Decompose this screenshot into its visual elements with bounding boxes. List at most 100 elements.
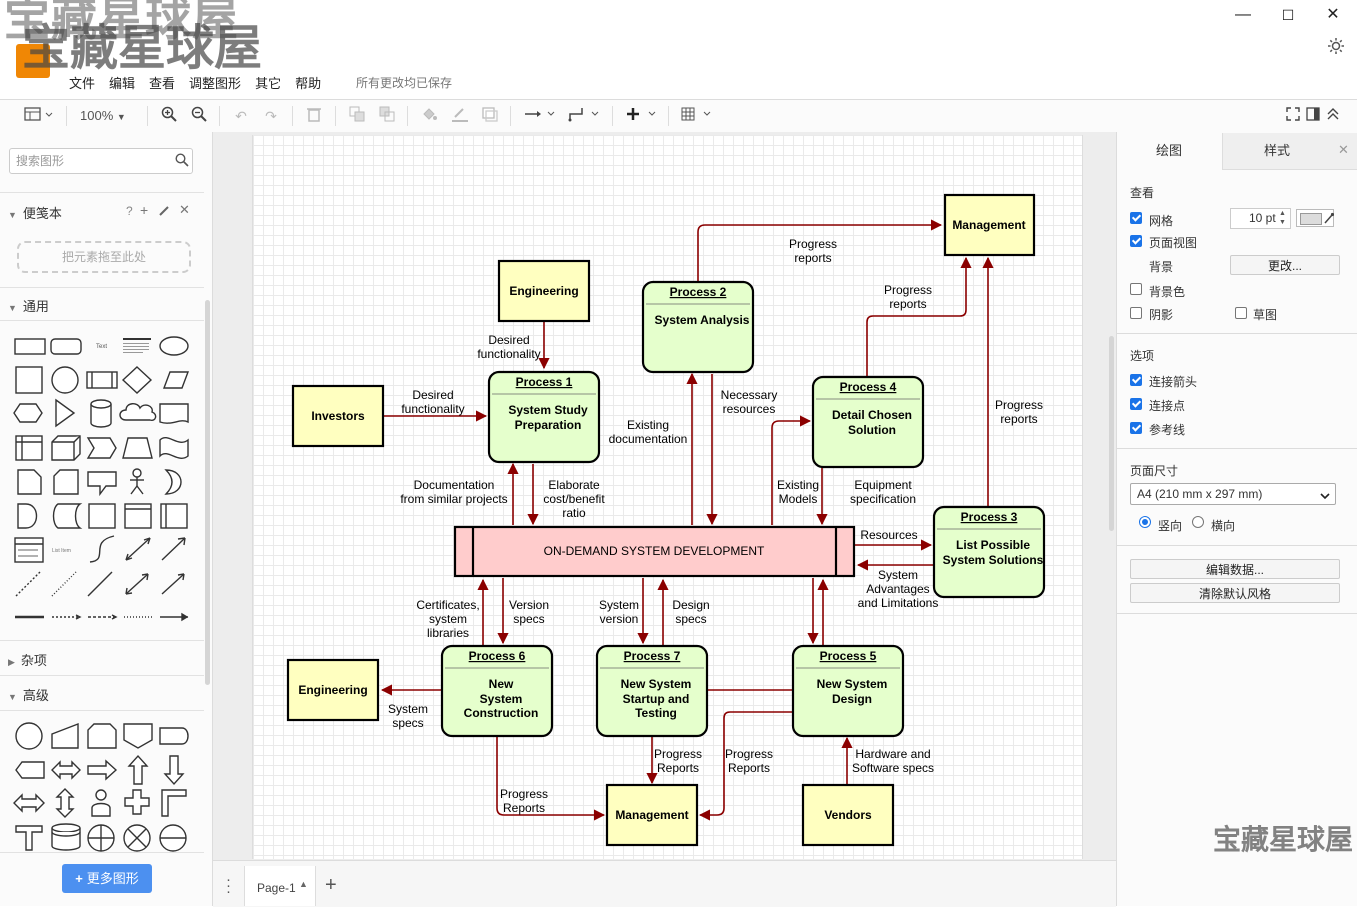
landscape-radio[interactable] — [1192, 516, 1204, 528]
line-circle-shape[interactable] — [159, 824, 187, 852]
menu-file[interactable]: 文件 — [69, 76, 95, 91]
tee-shape[interactable] — [15, 825, 43, 851]
list-item-shape[interactable]: List Item — [52, 548, 71, 554]
dashed-connector-shape[interactable] — [88, 614, 118, 620]
document-shape[interactable] — [159, 403, 189, 424]
card-shape[interactable] — [53, 469, 79, 495]
collapse-icon[interactable] — [1324, 106, 1342, 126]
data-cylinder-shape[interactable] — [51, 823, 81, 851]
parallelogram-shape[interactable] — [162, 371, 190, 389]
delete-icon[interactable] — [303, 106, 325, 126]
menu-extras[interactable]: 其它 — [255, 76, 281, 91]
panel-close-icon[interactable]: ✕ — [1330, 133, 1357, 170]
up-arrow-shape[interactable] — [127, 754, 149, 785]
zoom-in-icon[interactable] — [158, 106, 180, 126]
text-shape[interactable]: Text — [96, 344, 107, 350]
panel-toggle-icon[interactable] — [22, 106, 56, 126]
redo-icon[interactable]: ↷ — [260, 106, 282, 126]
hexagon-shape[interactable] — [13, 403, 43, 423]
section-scratchpad[interactable]: ▼ 便笺本 — [8, 203, 62, 222]
undo-icon[interactable]: ↶ — [230, 106, 252, 126]
triangle-shape[interactable] — [55, 398, 76, 428]
swimlane-shape[interactable] — [160, 503, 188, 529]
more-shapes-button[interactable]: + 更多图形 — [62, 864, 152, 893]
connection-style-dropdown[interactable] — [522, 106, 558, 126]
tape-shape[interactable] — [159, 437, 189, 459]
tab-diagram[interactable]: 绘图 — [1117, 133, 1221, 169]
cloud-shape[interactable] — [119, 403, 157, 422]
directional-connector-shape[interactable] — [161, 573, 185, 595]
connection-arrows-checkbox[interactable] — [1130, 374, 1142, 386]
cube-shape[interactable] — [51, 435, 81, 461]
shadow-checkbox[interactable] — [1130, 307, 1142, 319]
menu-edit[interactable]: 编辑 — [109, 76, 135, 91]
zoom-out-icon[interactable] — [188, 106, 210, 126]
background-color-checkbox[interactable] — [1130, 283, 1142, 295]
container-shape[interactable] — [124, 503, 152, 529]
diagram-page[interactable] — [252, 135, 1083, 859]
scratchpad-dropzone[interactable]: 把元素拖至此处 — [17, 241, 191, 273]
fullscreen-icon[interactable] — [1284, 106, 1302, 126]
process-shape[interactable] — [86, 371, 118, 389]
edit-data-button[interactable]: 编辑数据... — [1130, 559, 1340, 579]
square-frame-shape[interactable] — [88, 503, 116, 529]
cross-shape[interactable] — [124, 789, 150, 815]
dotted-line-shape[interactable] — [51, 571, 77, 597]
textbox-shape[interactable] — [123, 338, 151, 353]
offpage-connector-shape[interactable] — [123, 723, 153, 749]
portrait-radio[interactable] — [1139, 516, 1151, 528]
menu-help[interactable]: 帮助 — [295, 76, 321, 91]
ellipse-shape[interactable] — [159, 336, 189, 356]
paper-size-select[interactable]: A4 (210 mm x 297 mm) — [1130, 483, 1336, 505]
search-input[interactable]: 搜索图形 — [9, 148, 193, 174]
chevron-up-icon[interactable]: ▲ — [299, 879, 308, 889]
summing-junction-shape[interactable] — [87, 824, 115, 852]
waypoints-dropdown[interactable] — [566, 106, 602, 126]
advanced-circle-shape[interactable] — [15, 722, 43, 750]
rounded-rectangle-shape[interactable] — [50, 338, 82, 355]
dashed-line-shape[interactable] — [15, 571, 41, 597]
section-misc[interactable]: ▶ 杂项 — [8, 650, 47, 669]
rectangle-shape[interactable] — [14, 338, 46, 355]
table-dropdown[interactable] — [679, 106, 715, 126]
line-shape[interactable] — [87, 571, 113, 597]
note-shape[interactable] — [17, 469, 42, 495]
sketch-checkbox[interactable] — [1235, 307, 1247, 319]
eyedropper-icon[interactable] — [1324, 212, 1335, 227]
square-shape[interactable] — [15, 366, 43, 394]
zoom-dropdown[interactable]: 100% ▼ — [80, 106, 136, 126]
or-junction-shape[interactable] — [123, 824, 151, 852]
terminator-shape[interactable] — [159, 727, 189, 745]
bidirectional-arrow-shape[interactable] — [125, 537, 151, 561]
bidirectional-connector-shape[interactable] — [125, 573, 149, 595]
internal-storage-shape[interactable] — [15, 435, 43, 461]
user-shape[interactable] — [91, 789, 111, 817]
horizontal-double-arrow-shape[interactable] — [13, 793, 45, 813]
stepper-icon[interactable]: ▲ ▼ — [1279, 209, 1286, 227]
connector-shape[interactable] — [52, 614, 82, 620]
left-right-arrow-shape[interactable] — [51, 760, 81, 780]
delay-shape[interactable] — [17, 503, 38, 529]
right-arrow-shape[interactable] — [87, 759, 118, 781]
arrow-shape[interactable] — [161, 537, 186, 561]
insert-dropdown[interactable] — [623, 106, 659, 126]
section-general[interactable]: ▼ 通用 — [8, 296, 49, 315]
circle-shape[interactable] — [51, 366, 79, 394]
manual-input-shape[interactable] — [51, 722, 79, 749]
menu-view[interactable]: 查看 — [149, 76, 175, 91]
data-storage-shape[interactable] — [52, 503, 83, 529]
connection-points-checkbox[interactable] — [1130, 398, 1142, 410]
maximize-button[interactable]: ☐ — [1273, 4, 1303, 26]
scratchpad-help-icon[interactable]: ? — [126, 204, 133, 218]
curve-shape[interactable] — [89, 535, 115, 563]
down-arrow-shape[interactable] — [163, 755, 185, 786]
scratchpad-add-icon[interactable]: + — [140, 202, 148, 218]
to-front-icon[interactable] — [346, 106, 368, 126]
search-icon[interactable] — [175, 153, 189, 170]
callout-shape[interactable] — [87, 471, 117, 497]
fill-color-icon[interactable] — [418, 106, 440, 126]
close-button[interactable]: ✕ — [1318, 4, 1348, 26]
canvas-vertical-scrollbar[interactable] — [1109, 336, 1114, 531]
trapezoid-shape[interactable] — [122, 437, 153, 459]
cylinder-shape[interactable] — [90, 399, 112, 428]
